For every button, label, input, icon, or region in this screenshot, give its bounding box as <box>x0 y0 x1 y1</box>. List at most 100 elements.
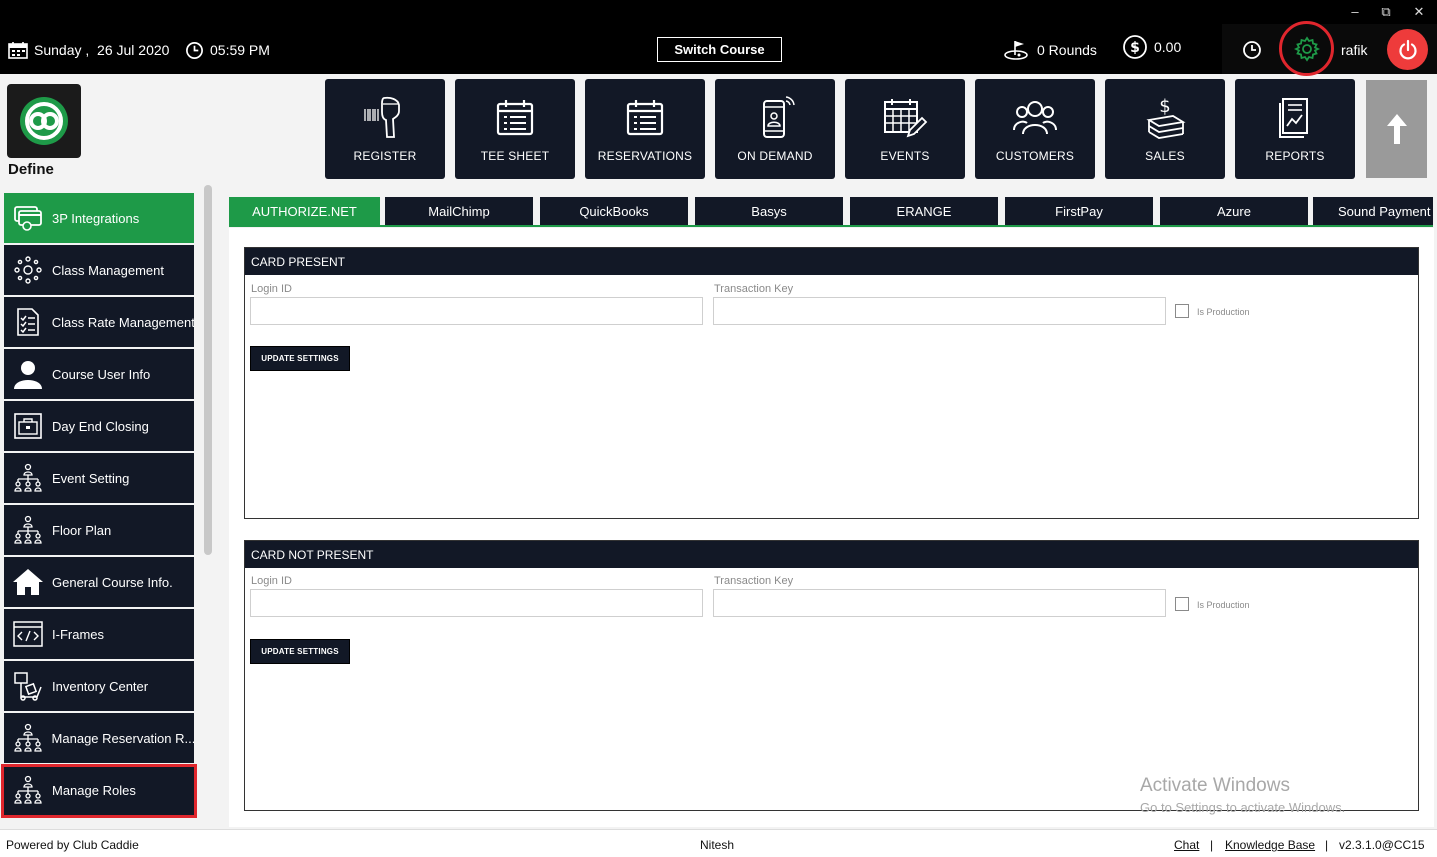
date-text: Sunday , 26 Jul 2020 <box>34 42 170 58</box>
gear-icon <box>1293 35 1320 62</box>
integrations-icon <box>14 206 42 231</box>
tile-customers[interactable]: CUSTOMERS <box>975 79 1095 179</box>
username[interactable]: rafik <box>1341 42 1367 58</box>
sidebar-item-i-frames[interactable]: I-Frames <box>4 609 194 659</box>
footer-separator: | <box>1210 838 1214 852</box>
code-icon <box>13 621 43 647</box>
sidebar-item-label: Manage Reservation R... <box>51 730 194 746</box>
tab-erange[interactable]: ERANGE <box>850 197 998 226</box>
barcode-scanner-icon <box>364 96 400 138</box>
card-not-present-update-settings-button[interactable]: UPDATE SETTINGS <box>250 639 350 664</box>
hierarchy-icon <box>14 515 42 544</box>
footer-center-name: Nitesh <box>700 838 735 852</box>
switch-course-button[interactable]: Switch Course <box>657 37 782 62</box>
card-not-present-panel: CARD NOT PRESENT <box>244 540 1419 811</box>
tab-underline <box>229 225 1433 227</box>
status-footer: Powered by Club Caddie Nitesh Chat | Kno… <box>0 829 1437 857</box>
card-present-login-id-input[interactable] <box>250 297 703 325</box>
card-not-present-is-production-checkbox[interactable] <box>1175 597 1189 611</box>
version-text: v2.3.1.0@CC15 <box>1339 838 1425 852</box>
time-text: 05:59 PM <box>210 42 270 58</box>
footer-separator: | <box>1325 838 1329 852</box>
sidebar-item-label: Inventory Center <box>52 678 149 694</box>
tile-register[interactable]: REGISTER <box>325 79 445 179</box>
tile-label: RESERVATIONS <box>597 149 693 163</box>
sidebar-item-label: I-Frames <box>52 626 104 642</box>
tile-reports[interactable]: REPORTS <box>1235 79 1355 179</box>
sidebar-item-manage-reservation-rules[interactable]: Manage Reservation R... <box>4 713 194 763</box>
mobile-phone-icon <box>763 96 795 138</box>
tile-reservations[interactable]: RESERVATIONS <box>585 79 705 179</box>
sidebar-item-event-setting[interactable]: Event Setting <box>4 453 194 503</box>
club-caddie-logo[interactable] <box>7 84 81 158</box>
knowledge-base-link[interactable]: Knowledge Base <box>1225 838 1315 852</box>
sidebar-item-class-management[interactable]: Class Management <box>4 245 194 295</box>
tile-tee-sheet[interactable]: TEE SHEET <box>455 79 575 179</box>
card-not-present-transaction-key-input[interactable] <box>713 589 1166 617</box>
users-icon <box>1013 101 1057 135</box>
watermark-subtitle: Go to Settings to activate Windows. <box>1140 800 1346 815</box>
rounds-text: 0 Rounds <box>1037 42 1097 58</box>
checklist-icon <box>17 308 39 336</box>
restore-window-button[interactable]: ⧉ <box>1377 4 1395 20</box>
inventory-icon <box>14 672 42 701</box>
sidebar-item-label: Floor Plan <box>52 522 112 538</box>
tile-events[interactable]: EVENTS <box>845 79 965 179</box>
tab-basys[interactable]: Basys <box>695 197 843 226</box>
sidebar-item-course-user-info[interactable]: Course User Info <box>4 349 194 399</box>
balance-text: 0.00 <box>1154 39 1182 55</box>
sidebar-item-label: Event Setting <box>52 470 130 486</box>
close-window-button[interactable]: ✕ <box>1410 4 1428 20</box>
minimize-window-button[interactable]: – <box>1346 4 1364 19</box>
tab-sound-payment[interactable]: Sound Payment <box>1313 197 1433 226</box>
calendar-edit-icon <box>884 99 928 138</box>
sidebar-item-day-end-closing[interactable]: Day End Closing <box>4 401 194 451</box>
sidebar-item-label: Course User Info <box>52 366 151 382</box>
powered-by-text: Powered by Club Caddie <box>6 838 139 852</box>
sidebar-scrollbar[interactable] <box>204 185 212 555</box>
settings-gear-button[interactable] <box>1279 21 1334 76</box>
svg-text:$: $ <box>1130 40 1140 56</box>
money-stack-icon: $ <box>1146 96 1186 139</box>
tab-authorize-net[interactable]: AUTHORIZE.NET <box>229 197 380 226</box>
calendar-list-icon <box>626 100 664 136</box>
card-present-transaction-key-input[interactable] <box>713 297 1166 325</box>
card-present-is-production-checkbox[interactable] <box>1175 304 1189 318</box>
tile-label: CUSTOMERS <box>995 149 1075 163</box>
sidebar-item-3p-integrations[interactable]: 3P Integrations <box>4 193 194 243</box>
sidebar-item-label: Day End Closing <box>52 418 149 434</box>
clock-icon <box>186 41 203 59</box>
sidebar-item-general-course-info[interactable]: General Course Info. <box>4 557 194 607</box>
tile-label: SALES <box>1145 149 1185 163</box>
tile-label: REGISTER <box>353 149 417 163</box>
sidebar-item-label: 3P Integrations <box>52 210 140 226</box>
golf-flag-icon <box>1004 41 1028 60</box>
sidebar-item-class-rate-management[interactable]: Class Rate Management <box>4 297 194 347</box>
collapse-up-button[interactable] <box>1366 80 1427 178</box>
sidebar-item-floor-plan[interactable]: Floor Plan <box>4 505 194 555</box>
date-display: Sunday , 26 Jul 2020 <box>8 40 169 60</box>
sidebar-item-inventory-center[interactable]: Inventory Center <box>4 661 194 711</box>
tile-sales[interactable]: $ SALES <box>1105 79 1225 179</box>
tab-mailchimp[interactable]: MailChimp <box>385 197 533 226</box>
calendar-icon <box>8 42 28 59</box>
history-clock-icon[interactable] <box>1242 40 1262 60</box>
sidebar-item-label: General Course Info. <box>52 574 173 590</box>
tab-quickbooks[interactable]: QuickBooks <box>540 197 688 226</box>
login-id-label: Login ID <box>251 575 292 587</box>
power-icon <box>1398 39 1417 59</box>
report-chart-icon <box>1279 98 1308 138</box>
card-not-present-login-id-input[interactable] <box>250 589 703 617</box>
class-management-icon <box>14 256 42 284</box>
card-present-update-settings-button[interactable]: UPDATE SETTINGS <box>250 346 350 371</box>
card-present-panel: CARD PRESENT <box>244 247 1419 519</box>
user-icon <box>14 361 42 389</box>
tile-on-demand[interactable]: ON DEMAND <box>715 79 835 179</box>
logout-power-button[interactable] <box>1387 29 1428 70</box>
login-id-label: Login ID <box>251 283 292 295</box>
tab-azure[interactable]: Azure <box>1160 197 1308 226</box>
chat-link[interactable]: Chat <box>1174 838 1199 852</box>
balance-display: $ 0.00 <box>1122 35 1182 59</box>
define-sidebar: 3P Integrations Class Management Class R… <box>0 185 218 827</box>
tab-firstpay[interactable]: FirstPay <box>1005 197 1153 226</box>
